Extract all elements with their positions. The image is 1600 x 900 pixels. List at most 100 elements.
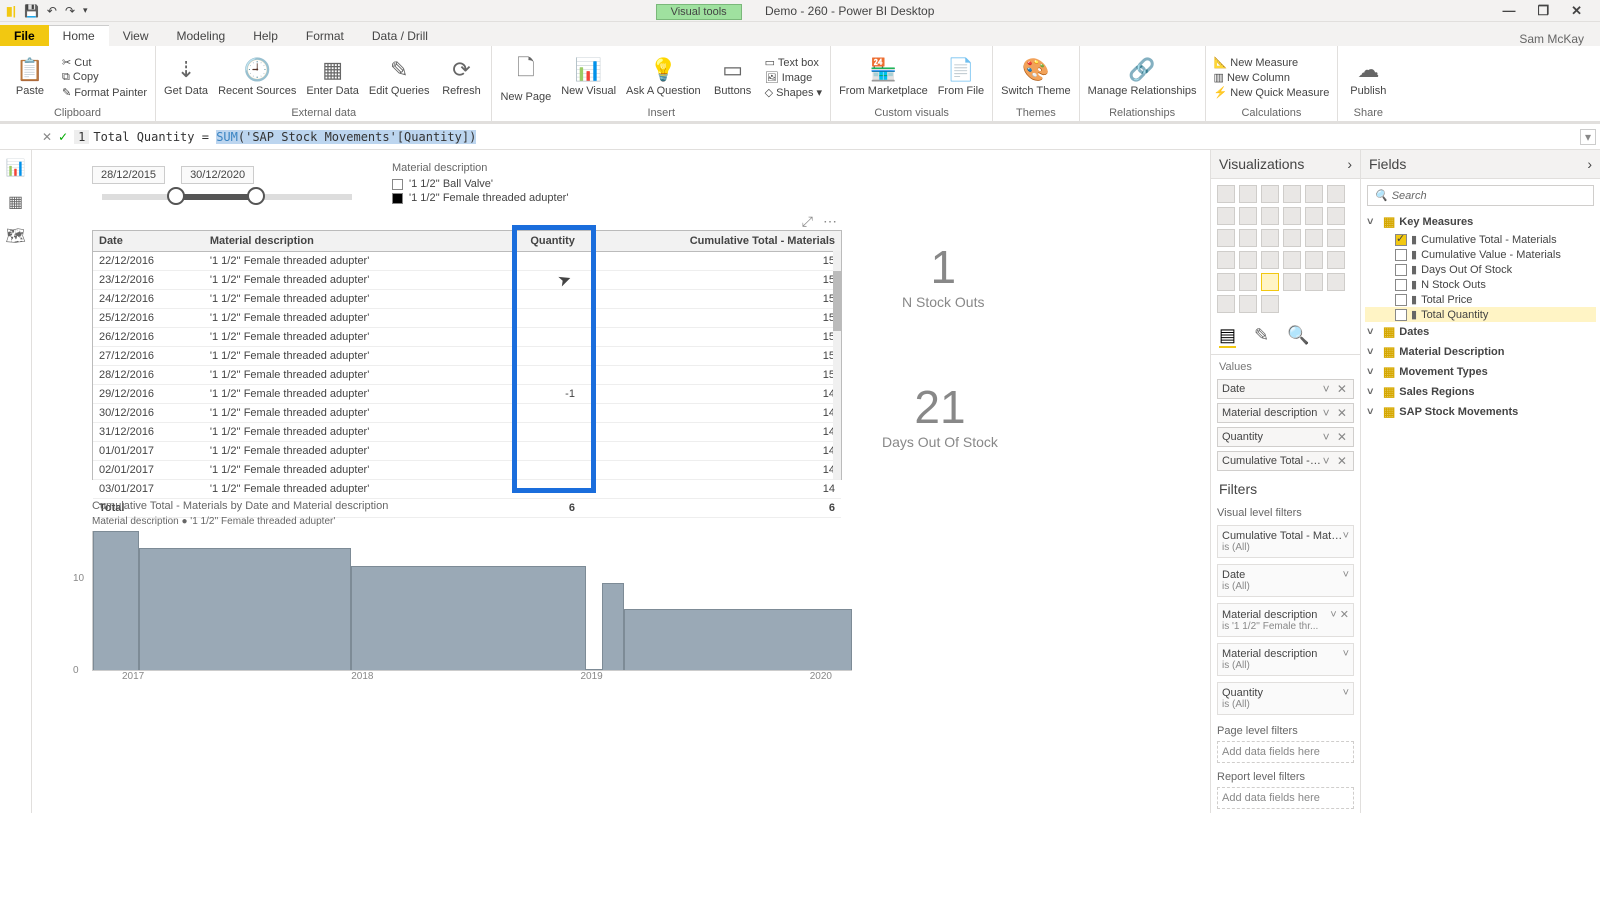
account-name[interactable]: Sam McKay [1519,32,1600,46]
shapes-button[interactable]: ◇ Shapes ▾ [765,86,822,99]
well-quantity[interactable]: Quantity˅ ✕ [1217,427,1354,447]
window-close-icon[interactable]: ✕ [1571,3,1582,19]
window-minimize-icon[interactable]: — [1502,3,1515,19]
date-end[interactable]: 30/12/2020 [181,166,254,184]
table-row[interactable]: 24/12/2016'1 1/2'' Female threaded adupt… [93,290,841,309]
enter-data-button[interactable]: ▦Enter Data [306,57,359,97]
textbox-button[interactable]: ▭ Text box [765,56,822,69]
qat-save-icon[interactable]: 💾 [24,4,39,18]
formula-input[interactable]: 1Total Quantity = SUM('SAP Stock Movemen… [74,130,1574,144]
fields-well-tab-icon[interactable]: ▤ [1219,325,1236,348]
table-row[interactable]: 25/12/2016'1 1/2'' Female threaded adupt… [93,309,841,328]
legend-item-0[interactable]: '1 1/2'' Ball Valve' [392,178,568,190]
table-visual[interactable]: ⤢ ⋯ Date Material description Quantity C… [92,230,842,480]
field-table[interactable]: ˅▦Dates [1365,322,1596,342]
fields-search-input[interactable]: 🔍 Search [1367,185,1594,206]
well-cumulative[interactable]: Cumulative Total - Mate...˅ ✕ [1217,451,1354,471]
format-painter-button[interactable]: ✎ Format Painter [62,86,147,99]
switch-theme-button[interactable]: 🎨Switch Theme [1001,57,1071,97]
new-page-button[interactable]: 🗋New Page [500,51,551,103]
refresh-button[interactable]: ⟳Refresh [439,57,483,97]
checkbox-icon[interactable] [1395,309,1407,321]
filter-card[interactable]: Material description˅ ✕is '1 1/2'' Femal… [1217,603,1354,637]
field-measure[interactable]: ▮Days Out Of Stock [1365,262,1596,277]
publish-button[interactable]: ☁Publish [1346,57,1390,97]
edit-queries-button[interactable]: ✎Edit Queries [369,57,430,97]
table-row[interactable]: 28/12/2016'1 1/2'' Female threaded adupt… [93,366,841,385]
field-measure[interactable]: ▮Total Quantity [1365,307,1596,322]
filter-card[interactable]: Material description˅is (All) [1217,643,1354,676]
get-data-button[interactable]: ⇣Get Data [164,57,208,97]
kpi-days-out-of-stock[interactable]: 21 Days Out Of Stock [882,380,998,450]
slicer-handle-right[interactable] [247,187,265,205]
legend-item-1[interactable]: '1 1/2'' Female threaded adupter' [392,192,568,204]
tab-file[interactable]: File [0,25,49,46]
tab-help[interactable]: Help [239,25,292,46]
checkbox-icon[interactable] [1395,279,1407,291]
checkbox-icon[interactable] [1395,249,1407,261]
well-material[interactable]: Material description˅ ✕ [1217,403,1354,423]
report-view-icon[interactable]: 📊 [6,158,26,178]
table-row[interactable]: 31/12/2016'1 1/2'' Female threaded adupt… [93,423,841,442]
model-view-icon[interactable]: 🗺 [5,226,25,246]
well-date[interactable]: Date˅ ✕ [1217,379,1354,399]
data-view-icon[interactable]: ▦ [8,192,23,212]
table-focus-icon[interactable]: ⤢ [802,213,813,230]
tab-modeling[interactable]: Modeling [162,25,239,46]
table-scrollbar[interactable] [833,251,841,479]
tab-view[interactable]: View [109,25,163,46]
filter-card[interactable]: Cumulative Total - Mate...˅is (All) [1217,525,1354,558]
tab-data-drill[interactable]: Data / Drill [358,25,442,46]
table-key-measures[interactable]: ˅▦Key Measures [1365,212,1596,232]
table-row[interactable]: 27/12/2016'1 1/2'' Female threaded adupt… [93,347,841,366]
kpi-n-stock-outs[interactable]: 1 N Stock Outs [902,240,984,310]
field-table[interactable]: ˅▦Material Description [1365,342,1596,362]
formula-commit-icon[interactable]: ✓ [58,130,68,144]
copy-button[interactable]: ⧉ Copy [62,71,147,84]
field-measure[interactable]: ▮Cumulative Value - Materials [1365,247,1596,262]
marketplace-button[interactable]: 🏪From Marketplace [839,57,928,97]
page-filters-drop[interactable]: Add data fields here [1217,741,1354,763]
format-tab-icon[interactable]: ✎ [1254,325,1269,348]
date-start[interactable]: 28/12/2015 [92,166,165,184]
slicer-track[interactable] [102,194,352,200]
from-file-button[interactable]: 📄From File [938,57,984,97]
qat-undo-icon[interactable]: ↶ [47,4,57,18]
checkbox-icon[interactable] [1395,294,1407,306]
filter-card[interactable]: Date˅is (All) [1217,564,1354,597]
field-measure[interactable]: ▮Cumulative Total - Materials [1365,232,1596,247]
slicer-handle-left[interactable] [167,187,185,205]
report-canvas[interactable]: 28/12/2015 30/12/2020 Material descripti… [32,150,1210,813]
table-row[interactable]: 23/12/2016'1 1/2'' Female threaded adupt… [93,271,841,290]
table-row[interactable]: 01/01/2017'1 1/2'' Female threaded adupt… [93,442,841,461]
tab-home[interactable]: Home [49,25,109,46]
new-column-button[interactable]: ▥ New Column [1214,71,1330,84]
manage-relationships-button[interactable]: 🔗Manage Relationships [1088,57,1197,97]
checkbox-icon[interactable] [1395,234,1407,246]
field-measure[interactable]: ▮Total Price [1365,292,1596,307]
col-quantity[interactable]: Quantity [487,231,581,252]
table-row[interactable]: 03/01/2017'1 1/2'' Female threaded adupt… [93,480,841,499]
window-maximize-icon[interactable]: ❐ [1537,3,1549,19]
field-table[interactable]: ˅▦SAP Stock Movements [1365,402,1596,422]
new-visual-button[interactable]: 📊New Visual [561,57,616,97]
image-button[interactable]: 🖼 Image [765,71,822,84]
table-row[interactable]: 29/12/2016'1 1/2'' Female threaded adupt… [93,385,841,404]
table-row[interactable]: 02/01/2017'1 1/2'' Female threaded adupt… [93,461,841,480]
table-row[interactable]: 22/12/2016'1 1/2'' Female threaded adupt… [93,252,841,271]
date-slicer[interactable]: 28/12/2015 30/12/2020 [92,166,362,200]
paste-button[interactable]: 📋Paste [8,57,52,97]
tab-format[interactable]: Format [292,25,358,46]
area-chart-visual[interactable]: Cumulative Total - Materials by Date and… [92,500,852,690]
field-table[interactable]: ˅▦Movement Types [1365,362,1596,382]
analytics-tab-icon[interactable]: 🔍 [1287,325,1309,348]
new-quick-measure-button[interactable]: ⚡ New Quick Measure [1214,86,1330,99]
formula-expand-icon[interactable]: ▾ [1580,129,1596,145]
table-options-icon[interactable]: ⋯ [823,213,837,230]
col-date[interactable]: Date [93,231,204,252]
qat-redo-icon[interactable]: ↷ [65,4,75,18]
ask-question-button[interactable]: 💡Ask A Question [626,57,701,97]
buttons-button[interactable]: ▭Buttons [711,57,755,97]
fields-header[interactable]: Fields › [1361,150,1600,179]
checkbox-icon[interactable] [1395,264,1407,276]
